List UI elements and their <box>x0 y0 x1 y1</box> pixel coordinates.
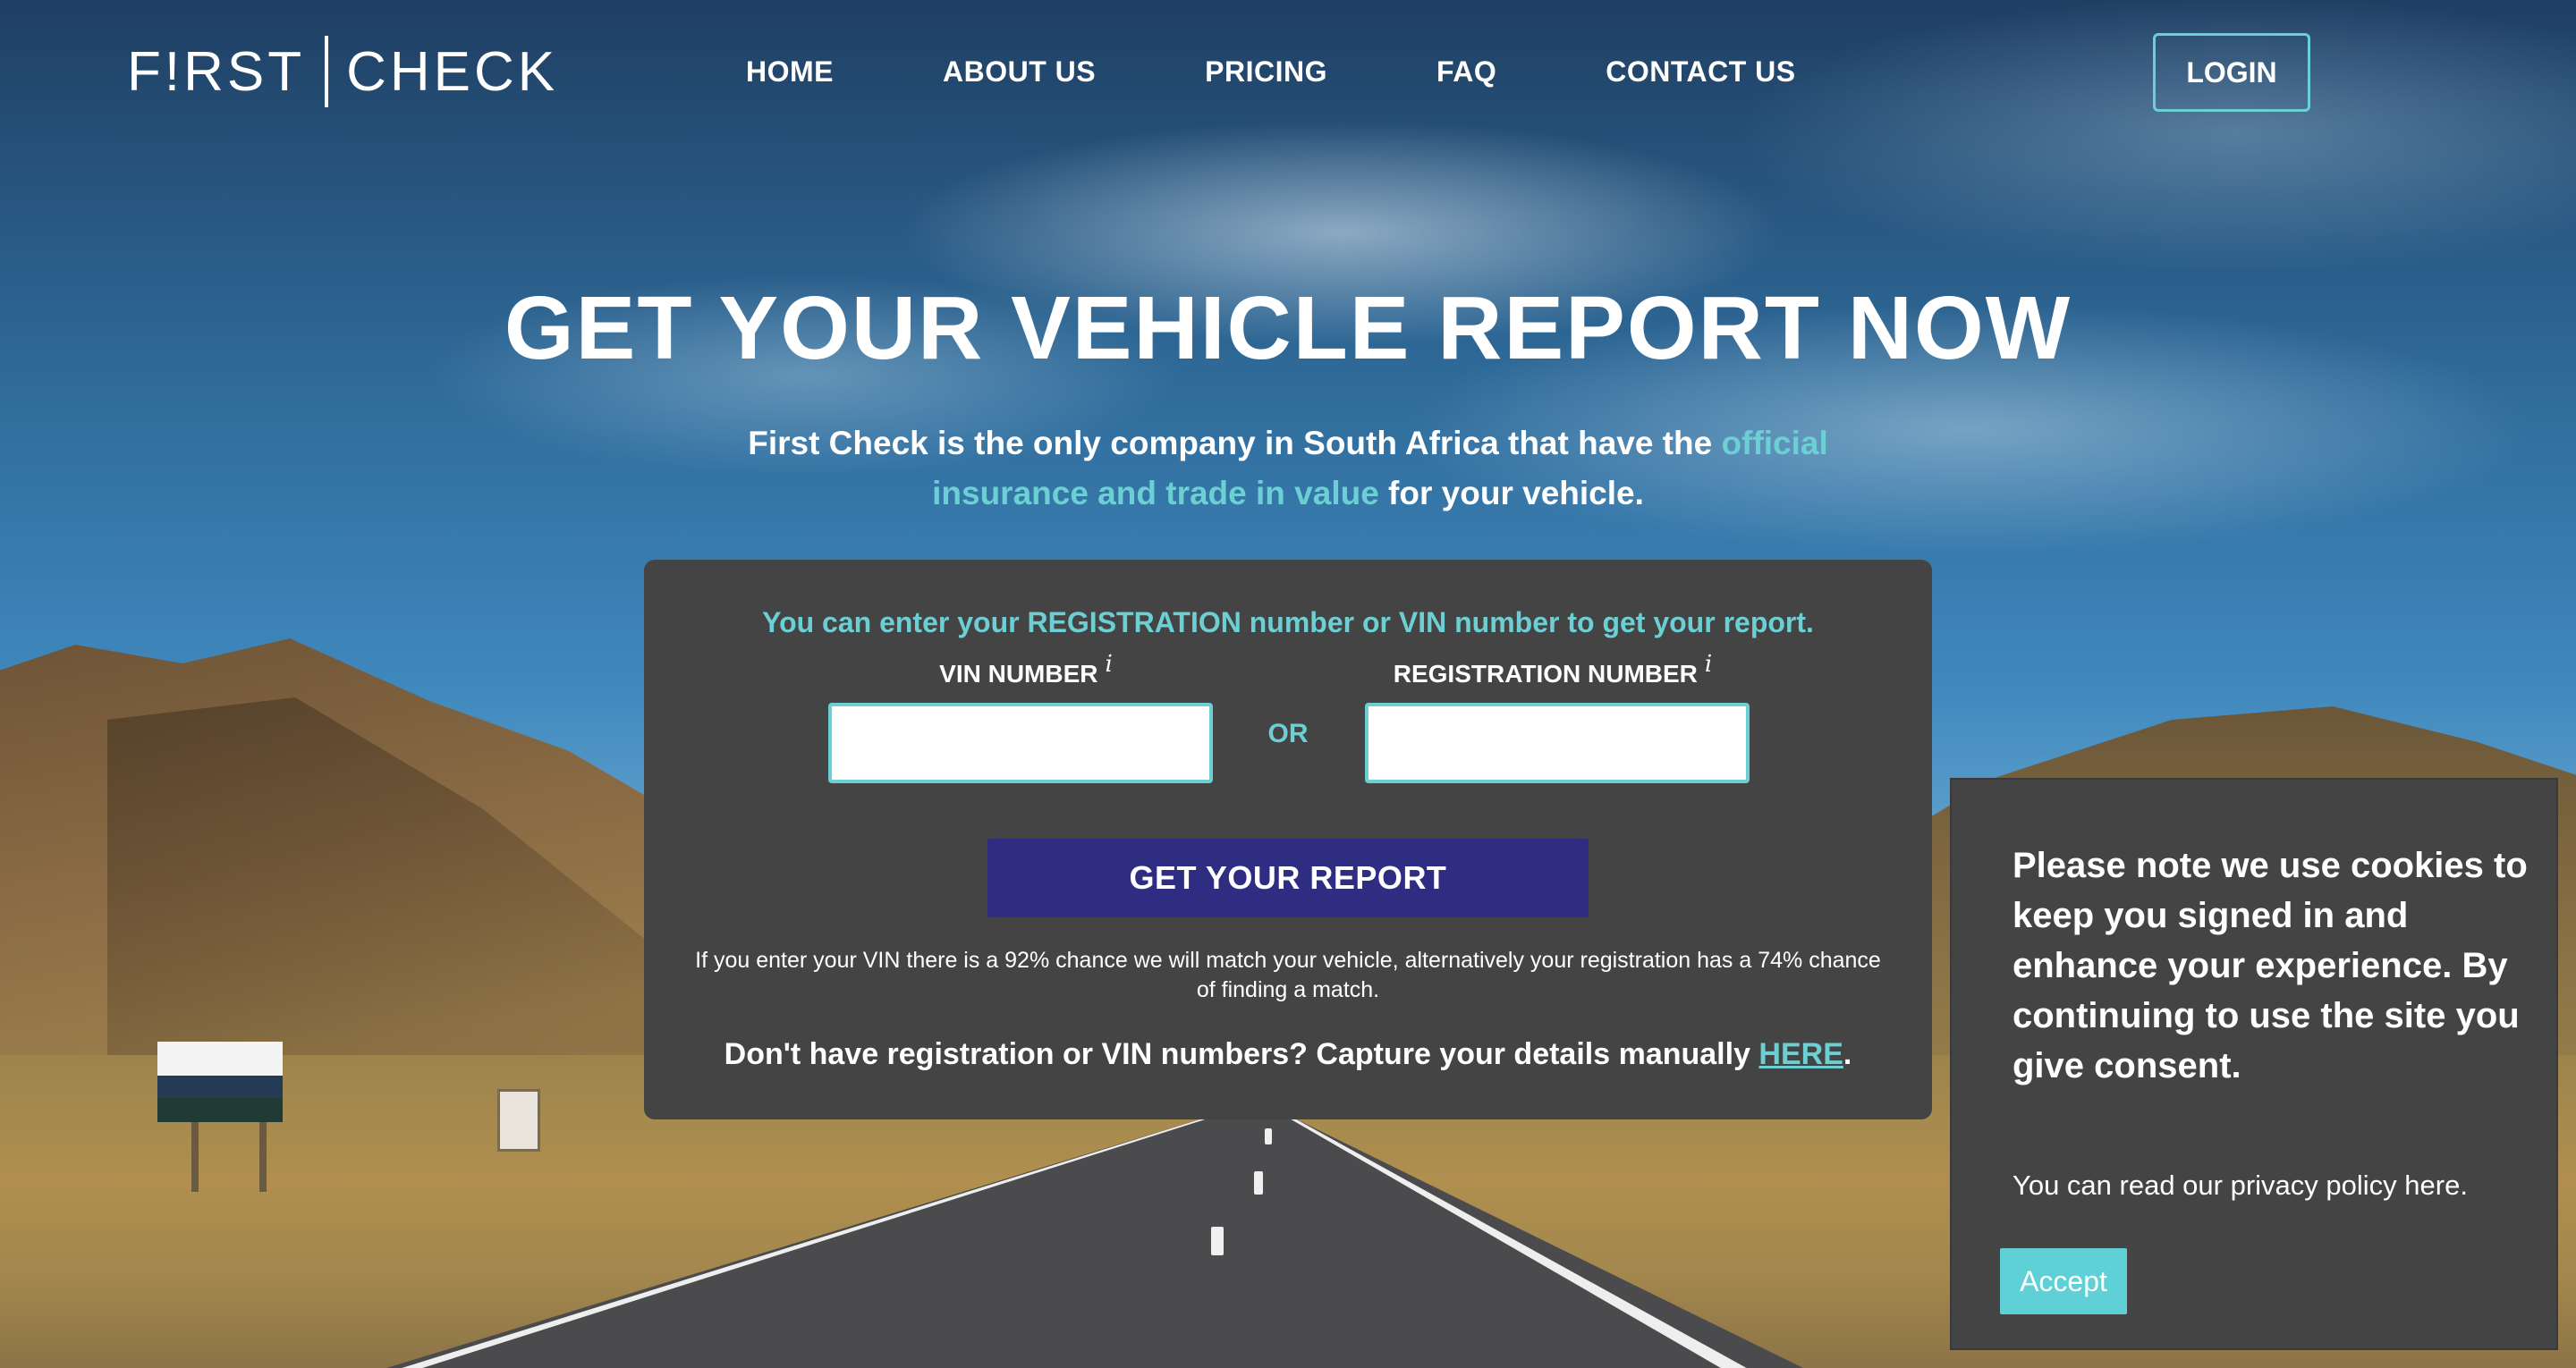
nav-about-us[interactable]: ABOUT US <box>943 55 1096 89</box>
manual-capture-suffix: . <box>1843 1037 1852 1071</box>
sign-post <box>191 1122 199 1192</box>
page: F!RST CHECK HOME ABOUT US PRICING FAQ CO… <box>0 0 2576 1368</box>
login-button[interactable]: LOGIN <box>2153 33 2310 112</box>
site-header: F!RST CHECK HOME ABOUT US PRICING FAQ CO… <box>0 0 2576 152</box>
vin-label: VIN NUMBER i <box>834 651 1218 688</box>
nav-contact-us[interactable]: CONTACT US <box>1606 55 1795 89</box>
registration-number-input[interactable] <box>1365 703 1750 783</box>
hero-subtitle-prefix: First Check is the only company in South… <box>748 425 1722 461</box>
vin-label-text: VIN NUMBER <box>939 660 1098 688</box>
hero-title: GET YOUR VEHICLE REPORT NOW <box>504 278 2072 378</box>
cookie-consent-popup: Please note we use cookies to keep you s… <box>1950 778 2558 1350</box>
logo-divider <box>325 36 329 107</box>
road-center-dash <box>1254 1171 1263 1195</box>
site-logo[interactable]: F!RST CHECK <box>127 36 558 107</box>
match-chance-note: If you enter your VIN there is a 92% cha… <box>695 948 1881 1002</box>
hero-subtitle-suffix: for your vehicle. <box>1378 475 1644 511</box>
vin-info-icon[interactable]: i <box>1106 651 1113 678</box>
registration-label: REGISTRATION NUMBER i <box>1358 651 1748 688</box>
roadside-sign <box>157 1042 283 1122</box>
report-form-card: You can enter your REGISTRATION number o… <box>644 560 1932 1119</box>
registration-label-text: REGISTRATION NUMBER <box>1393 660 1698 688</box>
manual-capture-here-link[interactable]: HERE <box>1758 1037 1843 1071</box>
road-center-dash <box>1211 1227 1224 1255</box>
main-nav: HOME ABOUT US PRICING FAQ CONTACT US <box>746 55 1796 89</box>
registration-info-icon[interactable]: i <box>1705 651 1712 678</box>
form-intro: You can enter your REGISTRATION number o… <box>762 606 1814 638</box>
nav-pricing[interactable]: PRICING <box>1205 55 1327 89</box>
logo-check: CHECK <box>346 40 559 103</box>
logo-first: F!RST <box>127 40 306 103</box>
manual-capture-text: Don't have registration or VIN numbers? … <box>644 1037 1932 1072</box>
manual-capture-prefix: Don't have registration or VIN numbers? … <box>724 1037 1759 1071</box>
hero-subtitle: First Check is the only company in South… <box>680 418 1896 519</box>
nav-home[interactable]: HOME <box>746 55 834 89</box>
nav-faq[interactable]: FAQ <box>1436 55 1496 89</box>
road-center-dash <box>1265 1128 1272 1144</box>
sign-post <box>259 1122 267 1192</box>
get-your-report-button[interactable]: GET YOUR REPORT <box>987 839 1589 917</box>
roadside-sign-small <box>497 1089 540 1152</box>
privacy-policy-link[interactable]: You can read our privacy policy here. <box>2012 1170 2531 1202</box>
cookie-accept-button[interactable]: Accept <box>2000 1248 2127 1314</box>
cookie-message: Please note we use cookies to keep you s… <box>2012 846 2528 1085</box>
